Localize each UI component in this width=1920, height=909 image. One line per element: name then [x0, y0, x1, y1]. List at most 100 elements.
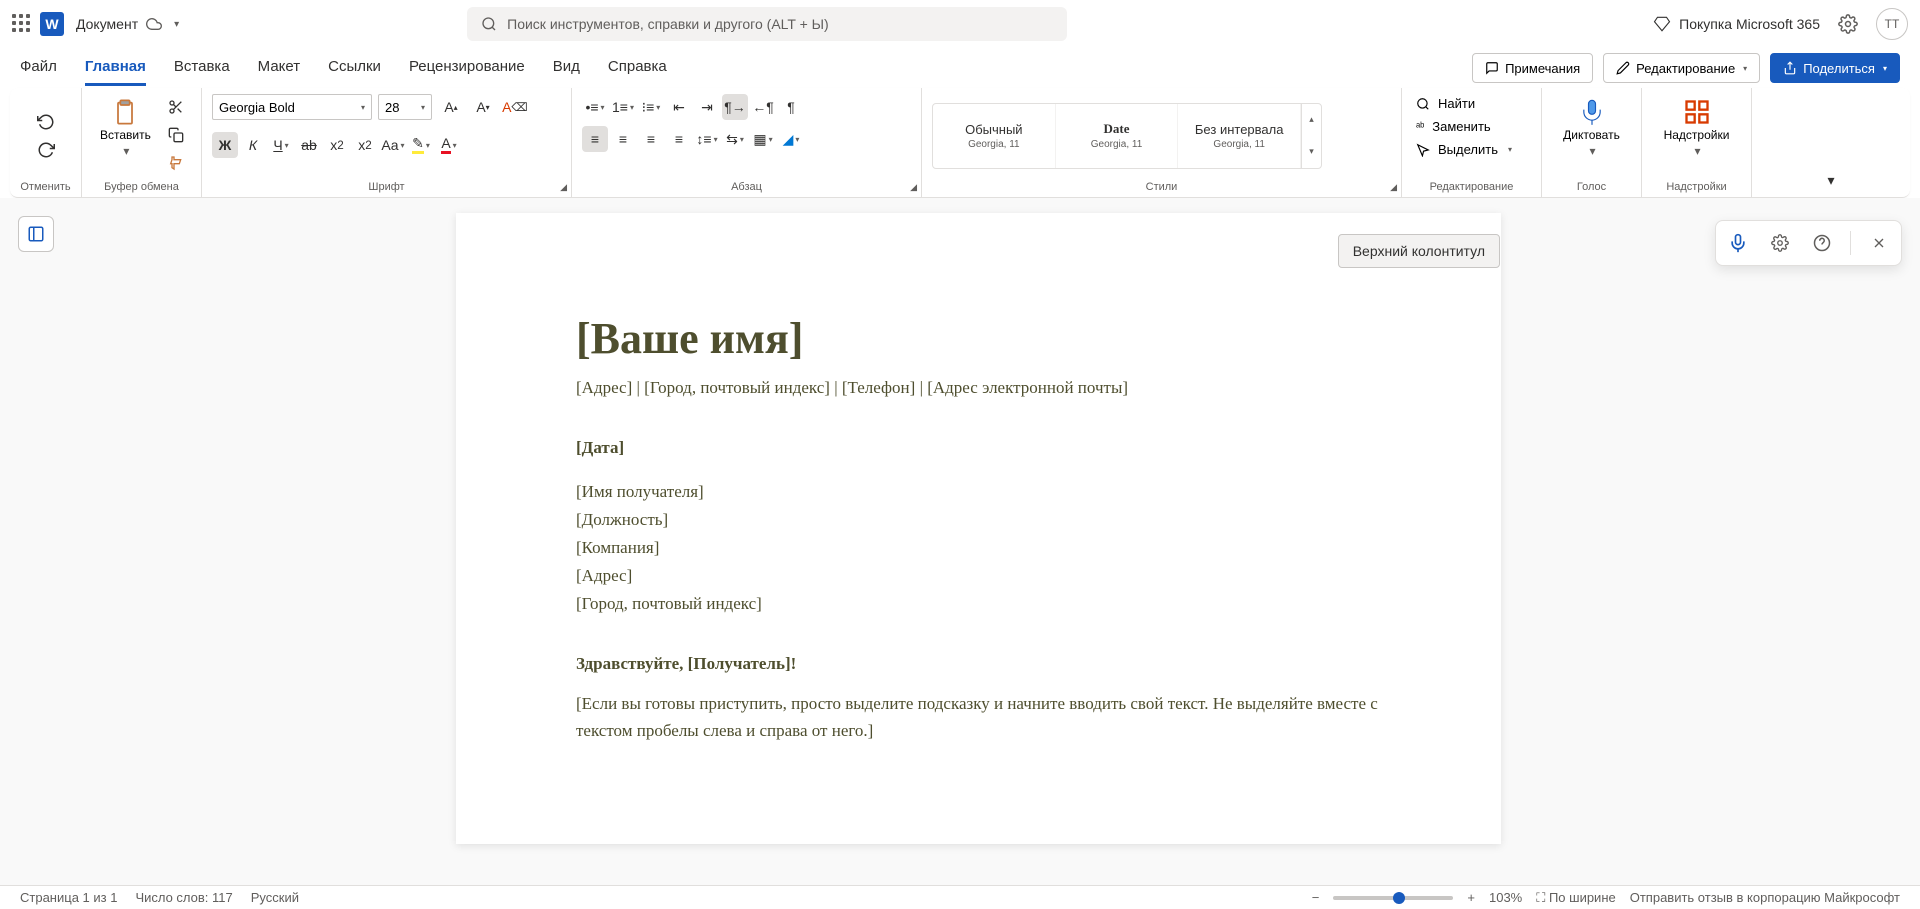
language-indicator[interactable]: Русский [251, 890, 299, 905]
bullets-button[interactable]: •≡▾ [582, 94, 608, 120]
share-button[interactable]: Поделиться ▾ [1770, 53, 1900, 83]
tab-review[interactable]: Рецензирование [409, 50, 525, 86]
header-region-label[interactable]: Верхний колонтитул [1338, 234, 1500, 268]
underline-button[interactable]: Ч▾ [268, 132, 294, 158]
style-no-spacing[interactable]: Без интервалаGeorgia, 11 [1178, 104, 1301, 168]
zoom-slider[interactable] [1333, 896, 1453, 900]
font-launcher-icon[interactable]: ◢ [560, 182, 567, 193]
word-count[interactable]: Число слов: 117 [135, 890, 232, 905]
highlight-button[interactable]: ✎▾ [408, 132, 434, 158]
borders-button[interactable]: ▦▾ [750, 126, 776, 152]
font-color-button[interactable]: A▾ [436, 132, 462, 158]
superscript-button[interactable]: x2 [352, 132, 378, 158]
font-name-combo[interactable]: Georgia Bold▾ [212, 94, 372, 120]
cut-button[interactable] [163, 94, 189, 120]
show-marks-button[interactable]: ¶ [778, 94, 804, 120]
line-spacing-button[interactable]: ↕≡▾ [694, 126, 720, 152]
style-normal[interactable]: ОбычныйGeorgia, 11 [933, 104, 1056, 168]
align-right-button[interactable]: ≡ [638, 126, 664, 152]
app-launcher-icon[interactable] [12, 14, 32, 34]
dictation-help-button[interactable] [1808, 229, 1836, 257]
tab-references[interactable]: Ссылки [328, 50, 381, 86]
addins-button[interactable]: Надстройки▾ [1656, 94, 1738, 162]
tab-file[interactable]: Файл [20, 50, 57, 86]
font-group-label: Шрифт [212, 177, 561, 193]
recipient-name[interactable]: [Имя получателя] [576, 482, 1381, 502]
align-center-button[interactable]: ≡ [610, 126, 636, 152]
redo-button[interactable] [33, 137, 59, 163]
tab-view[interactable]: Вид [553, 50, 580, 86]
search-box[interactable]: Поиск инструментов, справки и другого (A… [467, 7, 1067, 41]
select-button[interactable]: Выделить▾ [1412, 140, 1516, 159]
zoom-level[interactable]: 103% [1489, 890, 1522, 905]
doc-date[interactable]: [Дата] [576, 438, 1381, 458]
change-case-button[interactable]: Aa▾ [380, 132, 406, 158]
clipboard-group-label: Буфер обмена [92, 177, 191, 193]
style-date[interactable]: DateGeorgia, 11 [1056, 104, 1179, 168]
grow-font-button[interactable]: A▴ [438, 94, 464, 120]
rtl-button[interactable]: ←¶ [750, 94, 776, 120]
format-painter-button[interactable] [163, 150, 189, 176]
paste-button[interactable]: Вставить ▾ [92, 94, 159, 162]
doc-contact-line[interactable]: [Адрес] | [Город, почтовый индекс] | [Те… [576, 378, 1381, 398]
comments-button[interactable]: Примечания [1472, 53, 1593, 83]
document-name[interactable]: Документ [76, 16, 138, 32]
user-avatar[interactable]: TT [1876, 8, 1908, 40]
recipient-address[interactable]: [Адрес] [576, 566, 1381, 586]
feedback-link[interactable]: Отправить отзыв в корпорацию Майкрософт [1630, 890, 1900, 905]
copy-button[interactable] [163, 122, 189, 148]
tab-home[interactable]: Главная [85, 50, 146, 86]
find-button[interactable]: Найти [1412, 94, 1516, 113]
undo-button[interactable] [33, 109, 59, 135]
styles-launcher-icon[interactable]: ◢ [1390, 182, 1397, 193]
ltr-button[interactable]: ¶→ [722, 94, 748, 120]
dictate-button[interactable]: Диктовать▾ [1555, 94, 1628, 162]
shrink-font-button[interactable]: A▾ [470, 94, 496, 120]
decrease-indent-button[interactable]: ⇤ [666, 94, 692, 120]
editing-mode-button[interactable]: Редактирование ▾ [1603, 53, 1760, 83]
multilevel-list-button[interactable]: ⁝≡▾ [638, 94, 664, 120]
fit-width-button[interactable]: ⛶ По ширине [1536, 890, 1616, 906]
recipient-city[interactable]: [Город, почтовый индекс] [576, 594, 1381, 614]
navigation-pane-button[interactable] [18, 216, 54, 252]
paragraph-launcher-icon[interactable]: ◢ [910, 182, 917, 193]
addins-icon [1683, 98, 1711, 126]
tab-help[interactable]: Справка [608, 50, 667, 86]
document-page[interactable]: [Ваше имя] [Адрес] | [Город, почтовый ин… [456, 213, 1501, 844]
strikethrough-button[interactable]: ab [296, 132, 322, 158]
doc-menu-chevron-icon[interactable]: ▾ [174, 19, 179, 30]
tab-insert[interactable]: Вставка [174, 50, 230, 86]
align-left-button[interactable]: ≡ [582, 126, 608, 152]
italic-button[interactable]: К [240, 132, 266, 158]
subscript-button[interactable]: x2 [324, 132, 350, 158]
zoom-out-button[interactable]: − [1312, 890, 1320, 905]
doc-greeting[interactable]: Здравствуйте, [Получатель]! [576, 654, 1381, 674]
settings-icon[interactable] [1838, 14, 1858, 34]
buy-microsoft-365[interactable]: Покупка Microsoft 365 [1653, 15, 1820, 33]
ribbon-collapse-chevron-icon[interactable]: ▾ [1818, 167, 1844, 193]
dictation-settings-button[interactable] [1766, 229, 1794, 257]
styles-gallery[interactable]: ОбычныйGeorgia, 11 DateGeorgia, 11 Без и… [932, 103, 1322, 169]
tab-layout[interactable]: Макет [258, 50, 300, 86]
styles-scroll-down[interactable]: ▾ [1301, 136, 1321, 168]
replace-button[interactable]: ᵃᵇЗаменить [1412, 117, 1516, 136]
indent-options-button[interactable]: ⇆▾ [722, 126, 748, 152]
doc-body[interactable]: [Если вы готовы приступить, просто выдел… [576, 690, 1381, 744]
clear-formatting-button[interactable]: A⌫ [502, 94, 528, 120]
styles-scroll-up[interactable]: ▴ [1301, 104, 1321, 136]
editing-group-label: Редактирование [1412, 177, 1531, 193]
comment-icon [1485, 61, 1499, 75]
font-size-combo[interactable]: 28▾ [378, 94, 432, 120]
increase-indent-button[interactable]: ⇥ [694, 94, 720, 120]
dictation-mic-button[interactable] [1724, 229, 1752, 257]
dictation-close-button[interactable] [1865, 229, 1893, 257]
numbering-button[interactable]: 1≡▾ [610, 94, 636, 120]
doc-title[interactable]: [Ваше имя] [576, 313, 1381, 364]
recipient-company[interactable]: [Компания] [576, 538, 1381, 558]
zoom-in-button[interactable]: + [1467, 890, 1475, 905]
shading-button[interactable]: ◢▾ [778, 126, 804, 152]
recipient-title[interactable]: [Должность] [576, 510, 1381, 530]
page-indicator[interactable]: Страница 1 из 1 [20, 890, 117, 905]
justify-button[interactable]: ≡ [666, 126, 692, 152]
bold-button[interactable]: Ж [212, 132, 238, 158]
